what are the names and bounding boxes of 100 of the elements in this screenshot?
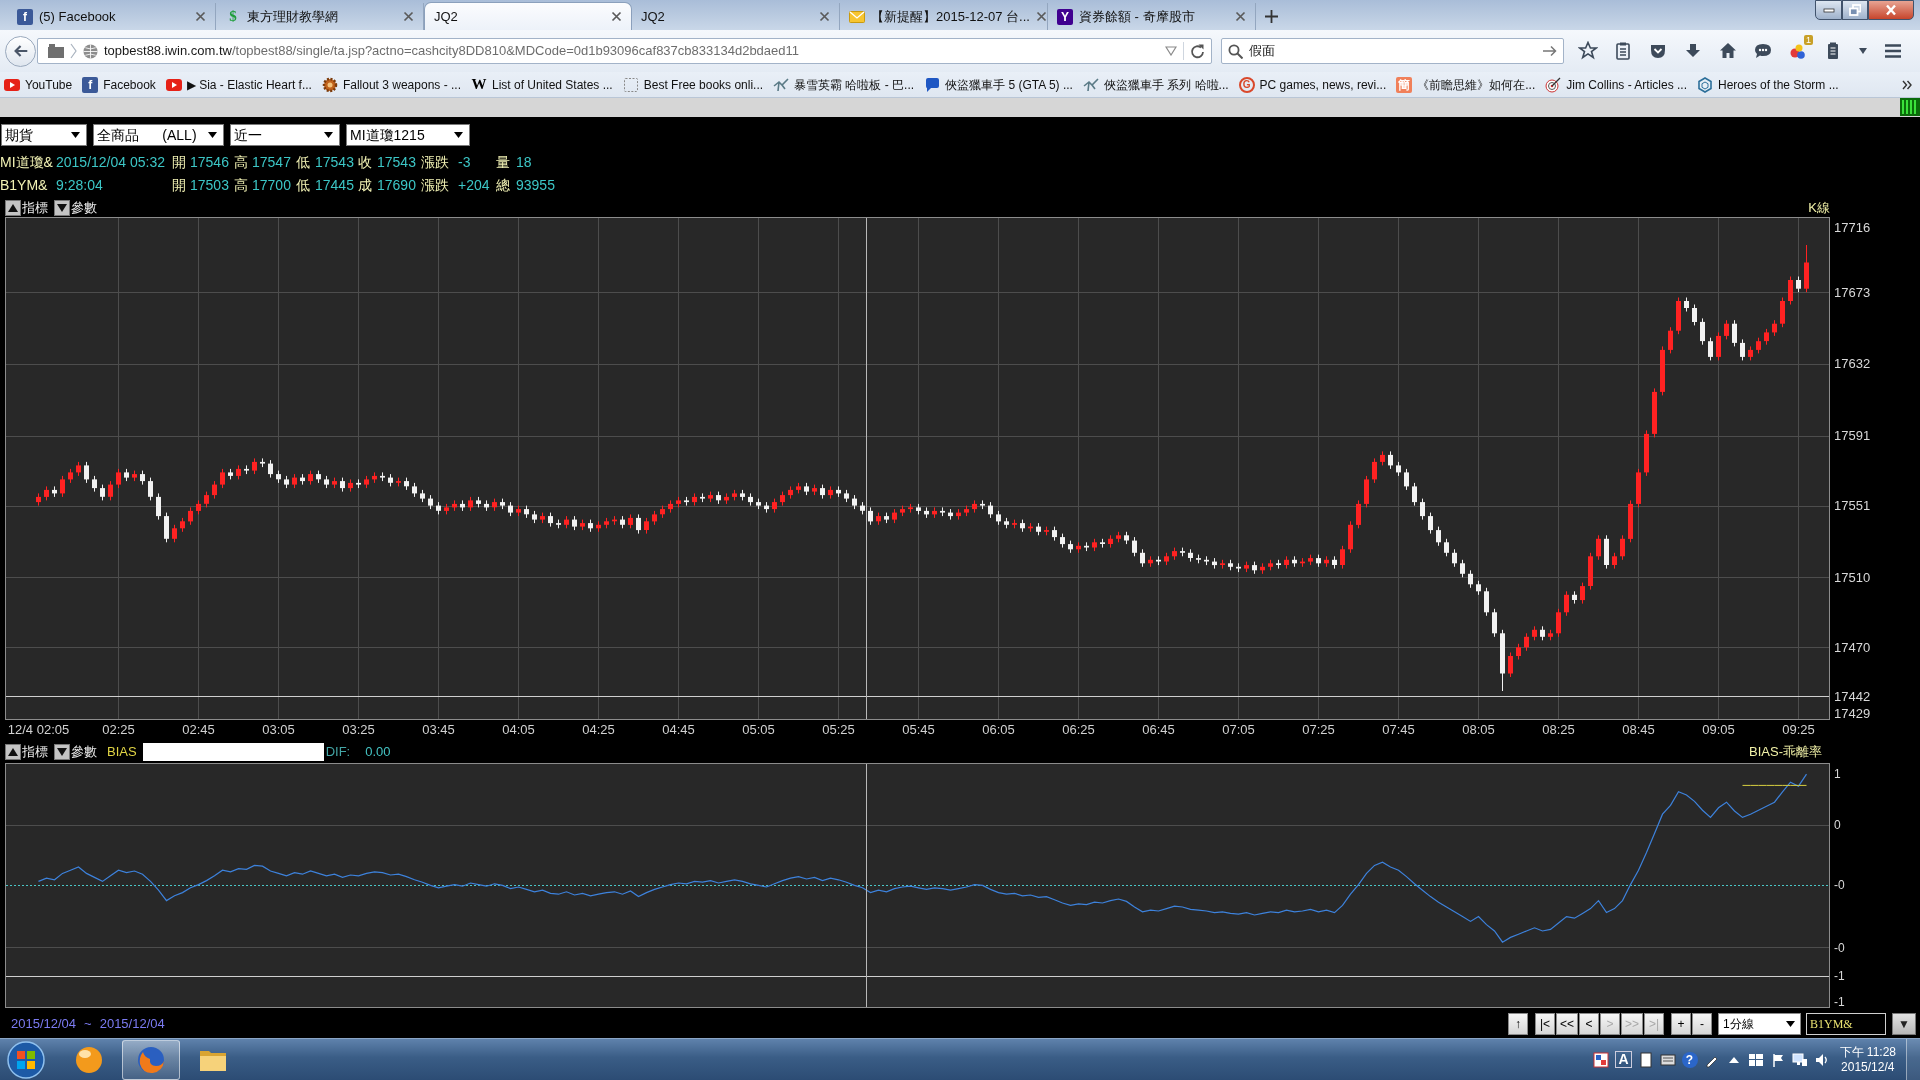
- tool-button[interactable]: 指標: [5, 200, 48, 216]
- field-label: 低: [296, 176, 311, 195]
- nav-button[interactable]: <: [1579, 1013, 1599, 1035]
- candle: [940, 506, 945, 517]
- candle: [1484, 587, 1489, 617]
- candle: [452, 499, 457, 512]
- bookmark-link[interactable]: YouTube: [4, 75, 73, 94]
- search-field[interactable]: 假面: [1221, 38, 1564, 64]
- x-axis-label: 04:25: [582, 722, 615, 737]
- plus-icon[interactable]: [1264, 10, 1278, 23]
- candle: [972, 499, 977, 514]
- restore-icon: [1849, 4, 1861, 16]
- bookmark-link[interactable]: Fallout 3 weapons - ...: [321, 75, 461, 94]
- field-value: 17503: [190, 176, 230, 195]
- candle: [1132, 536, 1137, 557]
- bookmark-link[interactable]: Heroes of the Storm ...: [1697, 75, 1839, 94]
- candle: [804, 482, 809, 496]
- hexagon-icon: [1697, 76, 1713, 93]
- candle: [92, 475, 97, 493]
- help-icon[interactable]: ?: [1681, 1051, 1698, 1068]
- tool-button[interactable]: 參數: [54, 743, 97, 760]
- dropdown-button[interactable]: ▼: [1892, 1013, 1916, 1035]
- chevron-icon[interactable]: [1902, 79, 1912, 90]
- candle: [1028, 522, 1033, 533]
- nav-button[interactable]: |<: [1534, 1013, 1555, 1035]
- candle: [1100, 538, 1105, 549]
- y-axis-label: 17632: [1834, 356, 1871, 372]
- bookmark-link[interactable]: ▶ Sia - Elastic Heart f...: [165, 75, 312, 94]
- browser-tab[interactable]: JQ2: [424, 2, 632, 30]
- candle: [916, 503, 921, 515]
- close-icon[interactable]: [819, 11, 830, 22]
- zoom-button[interactable]: +: [1671, 1013, 1691, 1035]
- candle: [332, 477, 337, 489]
- ime-indicator[interactable]: A: [1615, 1051, 1632, 1068]
- up-button[interactable]: ↑: [1507, 1013, 1528, 1035]
- home-icon[interactable]: [1718, 41, 1738, 61]
- chat-icon[interactable]: [1753, 41, 1773, 61]
- y-axis-label: -0: [1834, 940, 1845, 955]
- bookmark-link[interactable]: 俠盜獵車手 5 (GTA 5) ...: [924, 75, 1073, 94]
- candle: [1740, 338, 1745, 361]
- back-button[interactable]: [5, 35, 36, 67]
- network-icon[interactable]: [1791, 1051, 1808, 1068]
- bookmark-link[interactable]: 簡 《前瞻思維》如何在...: [1396, 75, 1536, 94]
- tool-button[interactable]: 參數: [54, 200, 97, 216]
- candle: [1628, 499, 1633, 543]
- close-icon[interactable]: [1235, 11, 1246, 22]
- grid-icon[interactable]: [1747, 1051, 1764, 1068]
- date-text: 2015/12/04: [11, 1015, 77, 1034]
- dropdown[interactable]: 近一: [230, 124, 340, 146]
- keyboard-icon[interactable]: [1659, 1051, 1676, 1068]
- bookmark-link[interactable]: W List of United States ...: [470, 75, 613, 94]
- candle: [1292, 555, 1297, 568]
- bookmark-link[interactable]: Best Free books onli...: [622, 75, 764, 94]
- input-field[interactable]: [142, 742, 324, 761]
- close-icon[interactable]: [403, 11, 414, 22]
- close-button[interactable]: [1868, 0, 1914, 20]
- interval-dropdown[interactable]: 1分線: [1718, 1013, 1801, 1035]
- candle: [68, 468, 73, 484]
- candle: [148, 477, 153, 501]
- candle: [732, 489, 737, 501]
- refresh-icon[interactable]: [1190, 43, 1205, 59]
- candle: [60, 475, 65, 498]
- taskbar-button[interactable]: [122, 1039, 180, 1080]
- start-orb-icon[interactable]: [6, 1039, 46, 1080]
- close-icon[interactable]: [195, 11, 206, 22]
- zoom-button[interactable]: -: [1692, 1013, 1712, 1035]
- minimize-button[interactable]: [1815, 0, 1842, 20]
- candle: [116, 468, 121, 489]
- symbol-field[interactable]: B1YM&: [1806, 1013, 1886, 1035]
- bookmark-link[interactable]: Jim Collins - Articles ...: [1545, 75, 1687, 94]
- dropdown[interactable]: 全商品 (ALL): [93, 124, 224, 146]
- dropdown[interactable]: 期貨: [1, 124, 87, 146]
- dropdown[interactable]: MI道瓊1215: [346, 124, 470, 146]
- folder-icon[interactable]: [48, 44, 64, 58]
- nav-button[interactable]: <<: [1555, 1013, 1578, 1035]
- star-icon[interactable]: [1578, 41, 1598, 61]
- notification-badge: 1: [1804, 35, 1813, 45]
- letter-icon: G: [1238, 76, 1255, 93]
- candle: [228, 468, 233, 480]
- candle: [1332, 555, 1337, 570]
- list-icon[interactable]: [1613, 41, 1633, 61]
- show-desktop-button[interactable]: [1906, 1038, 1920, 1080]
- candle: [1060, 533, 1065, 549]
- close-icon[interactable]: [1035, 11, 1047, 22]
- page-icon[interactable]: [1637, 1051, 1654, 1068]
- bookmark-link[interactable]: f Facebook: [82, 75, 156, 94]
- field-label: 漲跌: [421, 176, 450, 195]
- bookmark-link[interactable]: 俠盜獵車手 系列 哈啦...: [1082, 75, 1229, 94]
- bookmark-link[interactable]: G PC games, news, revi...: [1238, 75, 1387, 94]
- right-arrow-icon[interactable]: [1543, 45, 1557, 57]
- bookmark-link[interactable]: 暴雪英霸 哈啦板 - 巴...: [773, 75, 915, 94]
- app-icon[interactable]: [1593, 1051, 1610, 1068]
- close-icon[interactable]: [611, 11, 622, 22]
- tool-button[interactable]: 指標: [5, 743, 48, 760]
- menu-icon[interactable]: [1883, 41, 1903, 61]
- dif-label: DIF:: [325, 742, 351, 761]
- candle: [1532, 625, 1537, 641]
- maximize-button[interactable]: [1842, 0, 1868, 20]
- address-field[interactable]: topbest88.iwin.com.tw/topbest88/single/ta.jsp?actno=cashcity8DD810&MDCode=0d1b93096caf837cb833134d2bdaed11: [37, 38, 1212, 64]
- candle: [1188, 548, 1193, 563]
